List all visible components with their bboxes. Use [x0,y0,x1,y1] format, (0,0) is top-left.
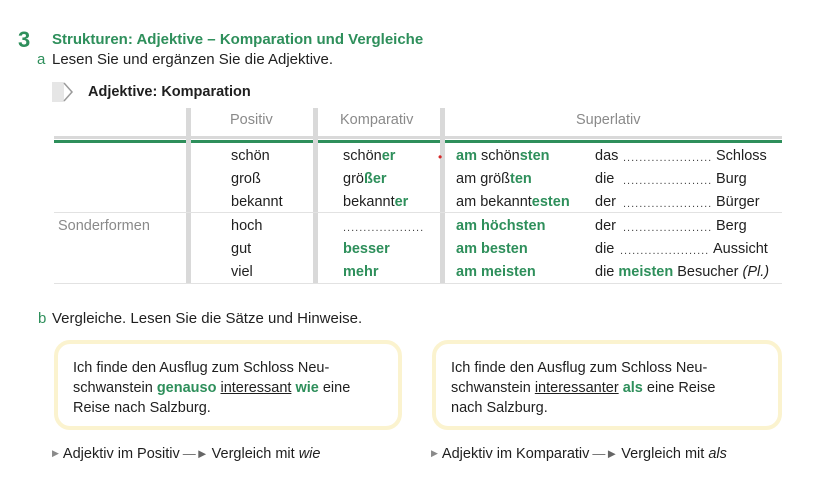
sonderformen-label: Sonderformen [58,218,150,234]
superlativ-cell: am größten [456,171,532,187]
part-a-instruction: Lesen Sie und ergänzen Sie die Adjektive… [52,51,334,68]
noun-cell: Berg [716,218,747,234]
article-cell: das [595,148,619,164]
table-title: Adjektive: Komparation [88,84,251,100]
article-cell: der [595,218,616,234]
positiv-cell: schön [231,148,270,164]
komparativ-cell: bekannter [343,194,409,210]
blank-line[interactable]: .................... [343,222,424,234]
row-divider [54,283,782,284]
header-rule [318,140,440,143]
example-box-positiv: Ich finde den Ausflug zum Schloss Neu- s… [54,340,402,430]
noun-cell: Aussicht [713,241,768,257]
header-rule [191,140,313,143]
superlativ-cell: am bekanntesten [456,194,570,210]
positiv-cell: bekannt [231,194,283,210]
superlativ-cell: am schönsten [456,148,550,164]
blank-line[interactable]: ...................... [623,198,712,210]
row-divider [54,212,782,213]
triangle-right-icon: ▶ [431,448,438,458]
arrow-right-icon: —► [592,446,619,461]
exercise-title: Strukturen: Adjektive – Komparation und … [52,31,424,48]
article-cell: die [595,241,615,257]
exercise-number: 3 [18,27,31,52]
superlativ-cell: am höchsten [456,218,546,234]
header-superlativ: Superlativ [576,112,641,128]
column-divider [440,108,445,283]
part-a-letter: a [37,51,46,68]
blank-line[interactable]: ...................... [623,152,712,164]
example-sentence: Ich finde den Ausflug zum Schloss Neu- s… [73,360,351,416]
noun-cell: Schloss [716,148,767,164]
example-cell: die meisten Besucher (Pl.) [595,264,770,280]
blank-line[interactable]: ...................... [620,245,709,257]
komparativ-cell: mehr [343,264,379,280]
header-rule [445,140,782,143]
column-divider [186,108,191,283]
article-cell: die [595,171,615,187]
example-sentence: Ich finde den Ausflug zum Schloss Neu- s… [451,360,716,416]
blank-line[interactable]: ...................... [623,175,712,187]
superlativ-cell: am besten [456,241,528,257]
komparativ-cell: schöner [343,148,396,164]
positiv-cell: gut [231,241,252,257]
noun-cell: Burg [716,171,747,187]
part-b-letter: b [38,310,47,327]
positiv-cell: viel [231,264,253,280]
noun-cell: Bürger [716,194,760,210]
arrow-right-icon: —► [182,446,209,461]
example-box-komparativ: Ich finde den Ausflug zum Schloss Neu- s… [432,340,782,430]
komparativ-cell: größer [343,171,387,187]
part-b-instruction: Vergleiche. Lesen Sie die Sätze und Hinw… [52,310,363,327]
positiv-cell: hoch [231,218,263,234]
hint-positiv: ▶ Adjektiv im Positiv —► Vergleich mit wie [52,446,321,462]
chevron-right-icon [52,82,74,102]
article-cell: der [595,194,616,210]
positiv-cell: groß [231,171,261,187]
column-divider [313,108,318,283]
header-rule [54,140,186,143]
header-shadow [54,136,782,139]
blank-line[interactable]: ...................... [623,222,712,234]
header-komparativ: Komparativ [340,112,414,128]
superlativ-cell: am meisten [456,264,536,280]
triangle-right-icon: ▶ [52,448,59,458]
komparativ-cell: besser [343,241,390,257]
hint-komparativ: ▶ Adjektiv im Komparativ —► Vergleich mit a… [431,446,727,462]
header-positiv: Positiv [230,112,273,128]
marker-dot: • [438,150,443,164]
